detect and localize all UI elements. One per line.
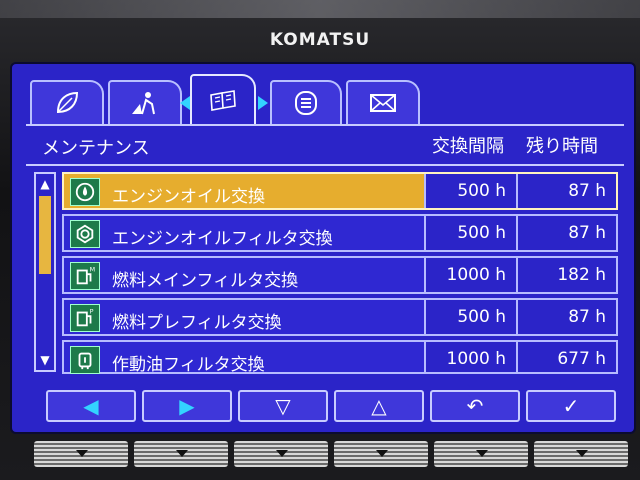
maintenance-panel: メンテナンス 交換間隔 残り時間 ▲ ▼ エンジンオイル交換 500 h 87 … bbox=[26, 124, 624, 375]
hardware-button-6[interactable] bbox=[534, 441, 628, 467]
remaining-value: 87 h bbox=[516, 300, 616, 334]
svg-text:M: M bbox=[90, 265, 96, 273]
table-row[interactable]: P 燃料プレフィルタ交換 500 h 87 h bbox=[62, 298, 618, 336]
mail-icon bbox=[370, 94, 396, 112]
up-arrow-icon: △ bbox=[371, 394, 387, 418]
hardware-button-2[interactable] bbox=[134, 441, 228, 467]
worker-icon bbox=[132, 92, 155, 115]
scroll-down-icon[interactable]: ▼ bbox=[37, 352, 53, 368]
oil-filter-icon bbox=[70, 220, 100, 248]
hardware-button-3[interactable] bbox=[234, 441, 328, 467]
down-arrow-icon: ▽ bbox=[275, 394, 291, 418]
interval-value: 500 h bbox=[424, 216, 516, 250]
hydraulic-filter-icon bbox=[70, 346, 100, 374]
right-arrow-icon: ▶ bbox=[179, 394, 195, 418]
item-label: 作動油フィルタ交換 bbox=[112, 355, 265, 375]
remaining-value: 87 h bbox=[516, 216, 616, 250]
table-row[interactable]: M 燃料メインフィルタ交換 1000 h 182 h bbox=[62, 256, 618, 294]
oil-drop-icon bbox=[70, 178, 100, 206]
fkey-up-button[interactable]: △ bbox=[334, 390, 424, 422]
leaf-icon bbox=[56, 91, 79, 114]
tab-worker[interactable] bbox=[108, 80, 182, 124]
list-icon bbox=[295, 91, 317, 115]
table-row[interactable]: エンジンオイル交換 500 h 87 h bbox=[62, 172, 618, 210]
fkey-down-button[interactable]: ▽ bbox=[238, 390, 328, 422]
brand-logo: KOMATSU bbox=[269, 30, 371, 50]
interval-value: 500 h bbox=[424, 174, 516, 208]
page-title: メンテナンス bbox=[42, 138, 150, 159]
back-icon: ↶ bbox=[466, 394, 484, 418]
bezel-glare bbox=[0, 0, 640, 18]
column-header-remaining: 残り時間 bbox=[526, 136, 598, 157]
item-label: エンジンオイル交換 bbox=[112, 187, 265, 207]
scroll-up-icon[interactable]: ▲ bbox=[37, 176, 53, 192]
function-key-bar: ◀ ▶ ▽ △ ↶ ✓ bbox=[12, 382, 634, 428]
tab-bar bbox=[30, 74, 590, 126]
table-row[interactable]: 作動油フィルタ交換 1000 h 677 h bbox=[62, 340, 618, 375]
hardware-button-5[interactable] bbox=[434, 441, 528, 467]
remaining-value: 182 h bbox=[516, 258, 616, 292]
tab-next-arrow-icon bbox=[258, 96, 268, 110]
list-scrollbar[interactable]: ▲ ▼ bbox=[34, 172, 56, 372]
hardware-button-1[interactable] bbox=[34, 441, 128, 467]
tab-list[interactable] bbox=[270, 80, 342, 124]
fkey-right-button[interactable]: ▶ bbox=[142, 390, 232, 422]
hardware-button-4[interactable] bbox=[334, 441, 428, 467]
fuel-pre-filter-icon: P bbox=[70, 304, 100, 332]
scroll-thumb[interactable] bbox=[39, 196, 51, 274]
fkey-left-button[interactable]: ◀ bbox=[46, 390, 136, 422]
fkey-back-button[interactable]: ↶ bbox=[430, 390, 520, 422]
interval-value: 500 h bbox=[424, 300, 516, 334]
column-header-interval: 交換間隔 bbox=[432, 136, 504, 157]
left-arrow-icon: ◀ bbox=[83, 394, 99, 418]
tab-prev-arrow-icon bbox=[180, 96, 190, 110]
check-icon: ✓ bbox=[562, 394, 580, 418]
remaining-value: 677 h bbox=[516, 342, 616, 372]
tab-leaf[interactable] bbox=[30, 80, 104, 124]
item-label: エンジンオイルフィルタ交換 bbox=[112, 229, 333, 249]
display-screen: メンテナンス 交換間隔 残り時間 ▲ ▼ エンジンオイル交換 500 h 87 … bbox=[10, 62, 636, 434]
monitor-bezel: KOMATSU メンテナンス 交換間隔 残り時間 ▲ ▼ エンジンオイル交換 5… bbox=[0, 0, 640, 480]
fuel-main-filter-icon: M bbox=[70, 262, 100, 290]
tab-mail[interactable] bbox=[346, 80, 420, 124]
remaining-value: 87 h bbox=[516, 174, 616, 208]
svg-text:P: P bbox=[90, 307, 94, 315]
item-label: 燃料プレフィルタ交換 bbox=[112, 313, 282, 333]
tab-maintenance[interactable] bbox=[190, 74, 256, 126]
table-row[interactable]: エンジンオイルフィルタ交換 500 h 87 h bbox=[62, 214, 618, 252]
header-divider bbox=[26, 164, 624, 166]
item-label: 燃料メインフィルタ交換 bbox=[112, 271, 299, 291]
fkey-confirm-button[interactable]: ✓ bbox=[526, 390, 616, 422]
interval-value: 1000 h bbox=[424, 258, 516, 292]
interval-value: 1000 h bbox=[424, 342, 516, 372]
book-icon bbox=[210, 90, 236, 111]
